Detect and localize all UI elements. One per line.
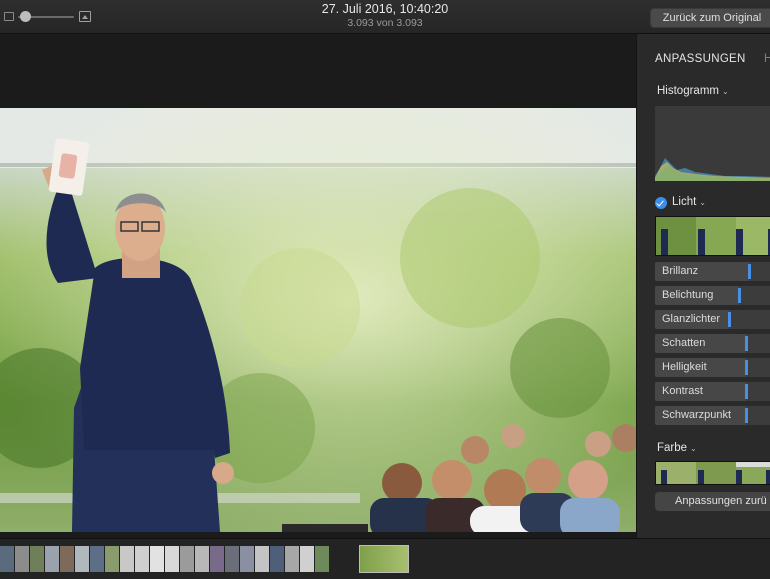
filmstrip-thumbnail[interactable] <box>165 546 179 572</box>
slider-label: Schwarzpunkt <box>662 409 732 421</box>
filmstrip-thumbnail[interactable] <box>210 546 224 572</box>
slider-schwarzpunkt[interactable]: Schwarzpunkt <box>655 406 770 425</box>
light-enabled-checkbox[interactable] <box>655 197 667 209</box>
main-photo[interactable] <box>0 108 636 532</box>
color-preview-strip[interactable] <box>655 461 770 485</box>
adjustments-panel: ANPASSUNGEN H Histogramm⌄ Licht⌄ Brillan… <box>636 34 770 538</box>
filmstrip-thumbnail[interactable] <box>270 546 284 572</box>
histogram-label: Histogramm <box>657 85 719 97</box>
slider-label: Glanzlichter <box>662 313 721 325</box>
slider-belichtung[interactable]: Belichtung <box>655 286 770 305</box>
slider-brillanz[interactable]: Brillanz <box>655 262 770 281</box>
filmstrip-thumbnail[interactable] <box>300 546 314 572</box>
filmstrip-thumbnail[interactable] <box>240 546 254 572</box>
slider-marker[interactable] <box>748 264 751 279</box>
slider-label: Schatten <box>662 337 706 349</box>
reset-adjustments-button[interactable]: Anpassungen zurü <box>655 492 770 511</box>
slider-kontrast[interactable]: Kontrast <box>655 382 770 401</box>
toolbar: 27. Juli 2016, 10:40:20 3.093 von 3.093 … <box>0 0 770 34</box>
slider-label: Belichtung <box>662 289 714 301</box>
light-label: Licht <box>672 196 697 208</box>
slider-marker[interactable] <box>745 384 748 399</box>
filmstrip-thumbnail[interactable] <box>90 546 104 572</box>
light-header[interactable]: Licht ⌄ <box>672 196 706 208</box>
slider-marker[interactable] <box>738 288 741 303</box>
slider-label: Brillanz <box>662 265 699 277</box>
light-preview-strip[interactable] <box>655 216 770 256</box>
tab-next[interactable]: H <box>764 53 770 65</box>
filmstrip-thumbnail-selected[interactable] <box>359 545 409 573</box>
filmstrip-thumbnail[interactable] <box>105 546 119 572</box>
filmstrip-thumbnail[interactable] <box>135 546 149 572</box>
chevron-down-icon: ⌄ <box>721 87 729 96</box>
filmstrip-thumbnail[interactable] <box>225 546 239 572</box>
slider-helligkeit[interactable]: Helligkeit <box>655 358 770 377</box>
filmstrip <box>0 538 770 579</box>
filmstrip-thumbnail[interactable] <box>195 546 209 572</box>
filmstrip-thumbnail[interactable] <box>180 546 194 572</box>
filmstrip-thumbnail[interactable] <box>30 546 44 572</box>
filmstrip-thumbnail[interactable] <box>45 546 59 572</box>
filmstrip-thumbnail[interactable] <box>255 546 269 572</box>
revert-to-original-button[interactable]: Zurück zum Original <box>650 8 770 28</box>
slider-marker[interactable] <box>728 312 731 327</box>
filmstrip-thumbnail[interactable] <box>15 546 29 572</box>
filmstrip-thumbnail[interactable] <box>0 546 14 572</box>
slider-schatten[interactable]: Schatten <box>655 334 770 353</box>
filmstrip-thumbnail[interactable] <box>75 546 89 572</box>
slider-marker[interactable] <box>745 360 748 375</box>
filmstrip-thumbnail[interactable] <box>60 546 74 572</box>
filmstrip-thumbnail[interactable] <box>285 546 299 572</box>
color-header[interactable]: Farbe ⌄ <box>657 442 697 454</box>
histogram-header[interactable]: Histogramm ⌄ <box>657 85 729 97</box>
slider-marker[interactable] <box>745 408 748 423</box>
slider-marker[interactable] <box>745 336 748 351</box>
color-label: Farbe <box>657 442 688 454</box>
slider-label: Helligkeit <box>662 361 707 373</box>
chevron-down-icon: ⌄ <box>699 198 706 207</box>
slider-label: Kontrast <box>662 385 703 397</box>
filmstrip-thumbnail[interactable] <box>315 546 329 572</box>
filmstrip-thumbnail[interactable] <box>150 546 164 572</box>
tab-adjustments[interactable]: ANPASSUNGEN <box>655 53 746 65</box>
histogram-chart <box>655 106 770 181</box>
slider-glanzlichter[interactable]: Glanzlichter <box>655 310 770 329</box>
filmstrip-thumbnail[interactable] <box>120 546 134 572</box>
photo-viewer <box>0 34 636 538</box>
chevron-down-icon: ⌄ <box>690 444 697 453</box>
